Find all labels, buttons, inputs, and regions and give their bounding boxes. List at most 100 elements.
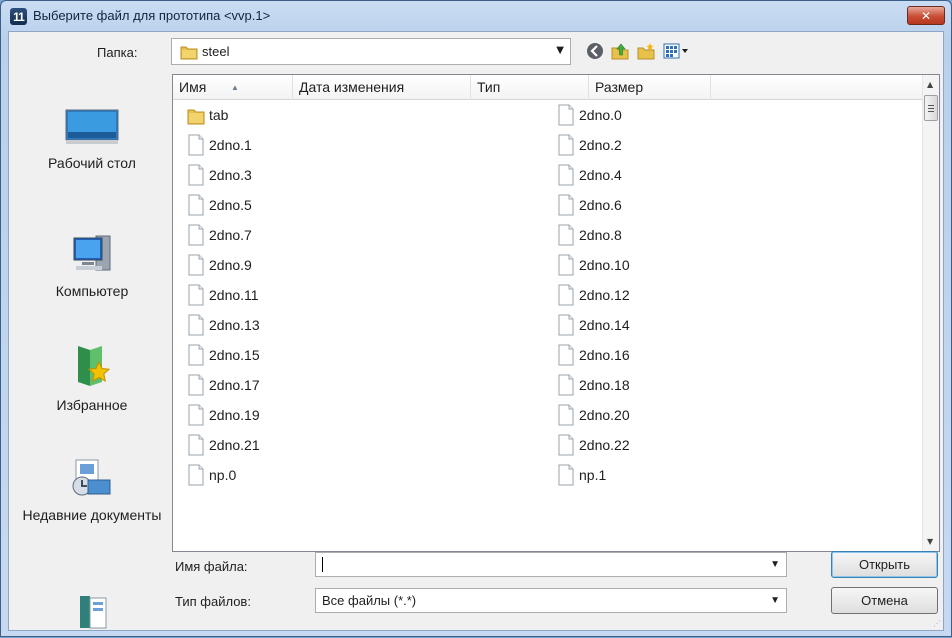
item-name: 2dno.15 — [209, 347, 260, 363]
list-header: Имя ▲ Дата изменения Тип Размер — [173, 75, 923, 100]
item-name: 2dno.20 — [579, 407, 630, 423]
file-icon — [558, 284, 574, 306]
scroll-down-icon[interactable]: ▼ — [927, 537, 933, 546]
file-item[interactable]: 2dno.11 — [187, 281, 259, 309]
file-icon — [188, 374, 204, 396]
item-name: 2dno.2 — [579, 137, 622, 153]
vertical-scrollbar[interactable]: ▲ ▼ — [922, 75, 939, 551]
new-folder-icon[interactable] — [637, 42, 655, 60]
file-list[interactable]: Имя ▲ Дата изменения Тип Размер tab 2dno.… — [172, 74, 940, 552]
file-item[interactable]: 2dno.12 — [557, 281, 630, 309]
column-header-name[interactable]: Имя ▲ — [173, 75, 293, 100]
item-name: tab — [209, 107, 229, 123]
folder-label: Папка: — [97, 45, 138, 60]
place-label: Избранное — [56, 397, 128, 413]
file-item[interactable]: 2dno.0 — [557, 101, 622, 129]
file-item[interactable]: 2dno.8 — [557, 221, 622, 249]
file-item[interactable]: 2dno.14 — [557, 311, 630, 339]
file-item[interactable]: 2dno.7 — [187, 221, 252, 249]
file-item[interactable]: 2dno.1 — [187, 131, 252, 159]
computer-icon — [73, 235, 111, 271]
file-item[interactable]: np.0 — [187, 461, 236, 489]
item-name: 2dno.0 — [579, 107, 622, 123]
file-item[interactable]: 2dno.2 — [557, 131, 622, 159]
file-item[interactable]: 2dno.5 — [187, 191, 252, 219]
close-button[interactable]: ✕ — [907, 6, 945, 25]
item-name: 2dno.19 — [209, 407, 260, 423]
file-item[interactable]: 2dno.19 — [187, 401, 260, 429]
column-header-size[interactable]: Размер — [589, 75, 711, 100]
file-item[interactable]: 2dno.4 — [557, 161, 622, 189]
back-icon[interactable] — [586, 42, 604, 60]
window-title: Выберите файл для прототипа <vvp.1> — [33, 8, 271, 23]
filetype-select[interactable]: Все файлы (*.*) ▼ — [315, 588, 787, 613]
dialog-body: Папка: steel ▼ Рабочий стол Компьютер Из… — [8, 31, 944, 631]
folder-icon — [187, 109, 205, 125]
file-icon — [558, 404, 574, 426]
favorites-icon — [78, 346, 111, 386]
folder-item[interactable]: tab — [187, 101, 228, 129]
file-item[interactable]: np.1 — [557, 461, 606, 489]
cancel-button[interactable]: Отмена — [831, 587, 938, 614]
places-bar: Рабочий стол Компьютер Избранное Недавни… — [12, 74, 172, 630]
title-bar[interactable]: 11 Выберите файл для прототипа <vvp.1> ✕ — [1, 1, 951, 31]
text-caret — [322, 557, 323, 572]
file-icon — [558, 134, 574, 156]
file-icon — [188, 284, 204, 306]
file-item[interactable]: 2dno.20 — [557, 401, 630, 429]
file-icon — [558, 464, 574, 486]
up-folder-icon[interactable] — [611, 42, 629, 60]
item-name: np.0 — [209, 467, 237, 483]
item-name: 2dno.13 — [209, 317, 260, 333]
resize-grip-icon[interactable]: ⋰ — [933, 619, 941, 628]
filename-label: Имя файла: — [175, 559, 248, 574]
file-icon — [558, 344, 574, 366]
place-recent-documents[interactable]: Недавние документы — [12, 458, 172, 524]
scroll-thumb[interactable] — [924, 95, 938, 121]
folder-current: steel — [202, 44, 230, 59]
item-name: 2dno.18 — [579, 377, 630, 393]
chevron-down-icon[interactable]: ▼ — [770, 559, 780, 570]
file-item[interactable]: 2dno.13 — [187, 311, 260, 339]
place-computer[interactable]: Компьютер — [12, 234, 172, 300]
item-name: 2dno.5 — [209, 197, 252, 213]
file-icon — [558, 374, 574, 396]
scroll-up-icon[interactable]: ▲ — [927, 80, 933, 89]
place-favorites[interactable]: Избранное — [12, 344, 172, 414]
file-item[interactable]: 2dno.22 — [557, 431, 630, 459]
file-icon — [558, 164, 574, 186]
recent-documents-icon — [72, 459, 111, 496]
close-icon: ✕ — [920, 8, 932, 23]
item-name: 2dno.21 — [209, 437, 260, 453]
item-name: 2dno.16 — [579, 347, 630, 363]
file-item[interactable]: 2dno.10 — [557, 251, 630, 279]
file-item[interactable]: 2dno.3 — [187, 161, 252, 189]
file-icon — [558, 314, 574, 336]
file-item[interactable]: 2dno.18 — [557, 371, 630, 399]
file-icon — [188, 164, 204, 186]
file-item[interactable]: 2dno.6 — [557, 191, 622, 219]
file-icon — [188, 344, 204, 366]
item-name: 2dno.12 — [579, 287, 630, 303]
place-desktop[interactable]: Рабочий стол — [12, 108, 172, 172]
file-icon — [188, 194, 204, 216]
chevron-down-icon: ▼ — [556, 45, 564, 56]
item-name: 2dno.14 — [579, 317, 630, 333]
item-name: np.1 — [579, 467, 607, 483]
file-item[interactable]: 2dno.16 — [557, 341, 630, 369]
file-icon — [188, 434, 204, 456]
filename-input[interactable]: ▼ — [315, 552, 787, 577]
view-menu-icon[interactable] — [663, 42, 689, 60]
file-item[interactable]: 2dno.15 — [187, 341, 260, 369]
column-header-type[interactable]: Тип — [471, 75, 589, 100]
column-header-date[interactable]: Дата изменения — [293, 75, 471, 100]
folder-dropdown[interactable]: steel ▼ — [171, 38, 571, 65]
open-button[interactable]: Открыть — [831, 551, 938, 578]
file-item[interactable]: 2dno.9 — [187, 251, 252, 279]
file-item[interactable]: 2dno.17 — [187, 371, 260, 399]
place-libraries[interactable] — [12, 594, 172, 638]
file-item[interactable]: 2dno.21 — [187, 431, 260, 459]
file-icon — [188, 404, 204, 426]
place-label: Рабочий стол — [48, 155, 136, 171]
filetype-label: Тип файлов: — [175, 594, 251, 609]
